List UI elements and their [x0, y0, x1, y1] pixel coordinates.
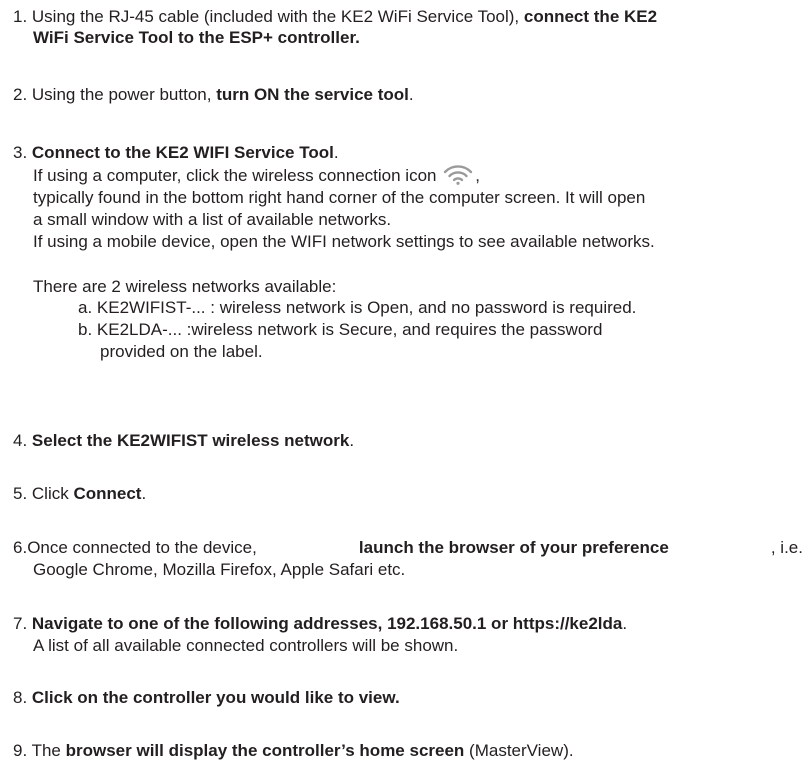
step-text: Using the RJ-45 cable (included with the… — [31, 7, 524, 26]
step-text: If using a mobile device, open the WIFI … — [33, 232, 655, 251]
step-8: 8. Click on the controller you would lik… — [13, 687, 803, 708]
step-emphasis: connect the KE2 — [523, 7, 658, 26]
step-text: The — [31, 741, 66, 760]
step-text: Click — [31, 484, 74, 503]
step-text: . — [141, 484, 147, 503]
step-text: Using the power button, — [31, 85, 217, 104]
step-text: (MasterView). — [464, 741, 574, 760]
step-text: , — [475, 166, 480, 185]
wifi-icon — [444, 165, 473, 185]
step-emphasis: Connect — [73, 484, 142, 503]
step-number: 3. — [13, 143, 32, 162]
step-emphasis: turn ON the service tool — [216, 85, 409, 104]
step-6: 6. Once connected to the device, launch … — [13, 537, 803, 580]
step-number: 6. — [13, 538, 28, 557]
step-text: There are 2 wireless networks available: — [33, 277, 337, 296]
step-text: Once connected to the device, — [27, 538, 257, 557]
list-item: provided on the label. — [100, 342, 263, 361]
step-text: If using a computer, click the wireless … — [33, 166, 442, 185]
step-number: 7. — [13, 614, 32, 633]
step-text: a small window with a list of available … — [33, 210, 392, 229]
step-emphasis: launch the browser of your preference — [358, 538, 669, 557]
step-text: . — [622, 614, 628, 633]
step-emphasis: Click on the controller you would like t… — [31, 688, 400, 707]
step-text: , i.e. — [770, 538, 803, 557]
step-number: 4. — [13, 431, 32, 450]
list-item: a. KE2WIFIST-... : wireless network is O… — [78, 298, 637, 317]
step-text: Google Chrome, Mozilla Firefox, Apple Sa… — [33, 560, 406, 579]
step-emphasis: Connect to the KE2 WIFI Service Tool — [31, 143, 334, 162]
step-number: 9. — [13, 741, 32, 760]
step-number: 2. — [13, 85, 32, 104]
step-emphasis: Select the KE2WIFIST wireless network — [31, 431, 350, 450]
step-9: 9. The browser will display the controll… — [13, 740, 803, 761]
step-emphasis: browser will display the controller’s ho… — [65, 741, 465, 760]
step-4: 4. Select the KE2WIFIST wireless network… — [13, 430, 803, 451]
step-7: 7. Navigate to one of the following addr… — [13, 613, 803, 656]
step-text: A list of all available connected contro… — [33, 636, 459, 655]
step-emphasis: WiFi Service Tool to the ESP+ controller… — [33, 28, 360, 47]
step-number: 8. — [13, 688, 32, 707]
step-text: typically found in the bottom right hand… — [33, 188, 646, 207]
step-3: 3. Connect to the KE2 WIFI Service Tool.… — [13, 142, 803, 362]
list-item: b. KE2LDA-... :wireless network is Secur… — [78, 320, 603, 339]
step-1: 1. Using the RJ-45 cable (included with … — [13, 6, 803, 48]
step-text: . — [349, 431, 355, 450]
step-number: 5. — [13, 484, 32, 503]
step-5: 5. Click Connect. — [13, 483, 803, 504]
step-2: 2. Using the power button, turn ON the s… — [13, 84, 803, 105]
step-emphasis: Navigate to one of the following address… — [31, 614, 623, 633]
step-number: 1. — [13, 7, 32, 26]
step-text: . — [333, 143, 339, 162]
step-text: . — [408, 85, 414, 104]
